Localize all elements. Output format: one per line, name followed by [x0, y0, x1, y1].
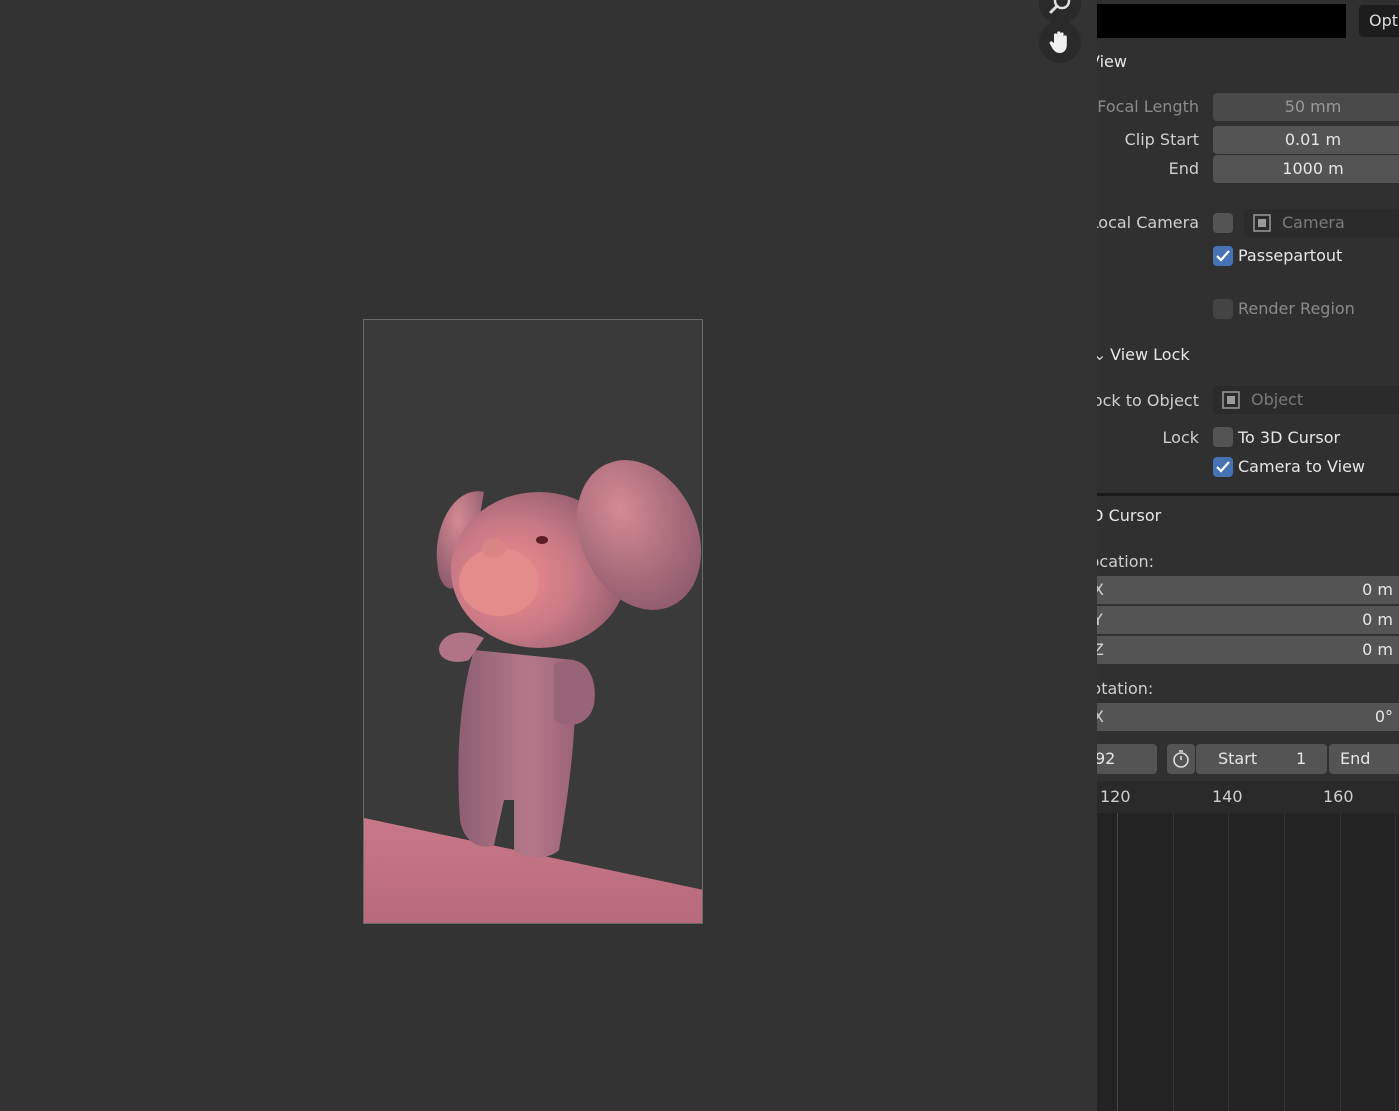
stopwatch-icon: [1173, 750, 1189, 768]
sidebar-topbar: Opt: [1097, 0, 1399, 42]
scene-render: [364, 460, 702, 923]
view-panel-header[interactable]: View: [1097, 48, 1127, 76]
view-lock-title: View Lock: [1110, 345, 1190, 364]
start-value: 1: [1296, 749, 1307, 768]
location-x-value: 0 m: [1362, 580, 1393, 599]
local-camera-label: Local Camera: [1097, 213, 1199, 232]
to-3d-cursor-checkbox[interactable]: [1213, 427, 1233, 447]
timeline-ruler[interactable]: 120 140 160: [1097, 781, 1399, 813]
current-frame-field[interactable]: 92: [1097, 744, 1157, 774]
lock-to-object-label: Lock to Object: [1097, 391, 1199, 410]
view-panel: View Focal Length 50 mm Clip Start 0.01 …: [1097, 42, 1399, 340]
view-lock-panel-header[interactable]: ⌄ View Lock: [1097, 341, 1190, 369]
render-region-label: Render Region: [1238, 299, 1355, 318]
gridline: [1340, 813, 1341, 1111]
location-z-value: 0 m: [1362, 640, 1393, 659]
location-x-axis: X: [1097, 580, 1104, 599]
chevron-down-icon: ⌄: [1097, 345, 1107, 364]
ruler-tick-140: 140: [1212, 787, 1243, 806]
timeline-tracks[interactable]: [1097, 813, 1399, 1111]
focal-length-label: Focal Length: [1097, 97, 1199, 116]
gridline: [1395, 813, 1396, 1111]
pan-button[interactable]: [1039, 21, 1081, 63]
hand-icon: [1049, 31, 1067, 53]
clip-end-label: End: [1168, 159, 1199, 178]
rotation-label: Rotation:: [1097, 679, 1154, 698]
ruler-tick-120: 120: [1100, 787, 1131, 806]
lock-to-object-placeholder: Object: [1251, 390, 1304, 409]
view-lock-panel: ⌄ View Lock Lock to Object Object Lock T…: [1097, 340, 1399, 493]
location-y-axis: Y: [1097, 610, 1103, 629]
gridline: [1228, 813, 1229, 1111]
render-region-checkbox[interactable]: [1213, 299, 1233, 319]
check-icon: [1216, 461, 1230, 473]
header-field: [1097, 4, 1346, 38]
options-button[interactable]: Opt: [1359, 5, 1399, 37]
camera-object-icon: [1253, 214, 1271, 232]
location-z-axis: Z: [1097, 640, 1104, 659]
location-z-field[interactable]: Z 0 m: [1097, 636, 1399, 664]
location-y-field[interactable]: Y 0 m: [1097, 606, 1399, 634]
rotation-x-field[interactable]: X 0°: [1097, 703, 1399, 731]
gridline: [1173, 813, 1174, 1111]
end-label: End: [1340, 749, 1371, 768]
clip-end-field[interactable]: 1000 m: [1213, 155, 1399, 183]
local-camera-checkbox[interactable]: [1213, 213, 1233, 233]
rotation-x-value: 0°: [1374, 707, 1393, 726]
check-icon: [1216, 250, 1230, 262]
3d-viewport[interactable]: [0, 0, 1097, 1111]
lock-label: Lock: [1162, 428, 1199, 447]
object-icon: [1222, 391, 1240, 409]
ruler-tick-160: 160: [1323, 787, 1354, 806]
passepartout-checkbox[interactable]: [1213, 246, 1233, 266]
clip-start-label: Clip Start: [1124, 130, 1199, 149]
n-panel-sidebar: Opt View Focal Length 50 mm Clip Start 0…: [1097, 0, 1399, 1111]
local-camera-selector[interactable]: Camera: [1244, 209, 1399, 237]
3d-cursor-panel: 3D Cursor Location: X 0 m Y 0 m Z 0 m Ro…: [1097, 496, 1399, 741]
rotation-x-axis: X: [1097, 707, 1104, 726]
zoom-icon: [1049, 0, 1071, 14]
location-x-field[interactable]: X 0 m: [1097, 576, 1399, 604]
lock-to-object-selector[interactable]: Object: [1213, 386, 1399, 414]
timer-button[interactable]: [1167, 744, 1195, 774]
start-frame-field[interactable]: Start 1: [1196, 744, 1327, 774]
gridline: [1117, 813, 1118, 1111]
end-frame-field[interactable]: End: [1329, 744, 1399, 774]
focal-length-field: 50 mm: [1213, 93, 1399, 121]
3d-cursor-panel-header[interactable]: 3D Cursor: [1097, 502, 1161, 530]
to-3d-cursor-label: To 3D Cursor: [1238, 428, 1341, 447]
camera-to-view-checkbox[interactable]: [1213, 457, 1233, 477]
camera-frame: [363, 319, 703, 924]
location-label: Location:: [1097, 552, 1155, 571]
gridline: [1284, 813, 1285, 1111]
passepartout-label: Passepartout: [1238, 246, 1343, 265]
camera-to-view-label: Camera to View: [1238, 457, 1365, 476]
local-camera-placeholder: Camera: [1282, 213, 1345, 232]
start-label: Start: [1218, 749, 1258, 768]
clip-start-field[interactable]: 0.01 m: [1213, 126, 1399, 154]
location-y-value: 0 m: [1362, 610, 1393, 629]
